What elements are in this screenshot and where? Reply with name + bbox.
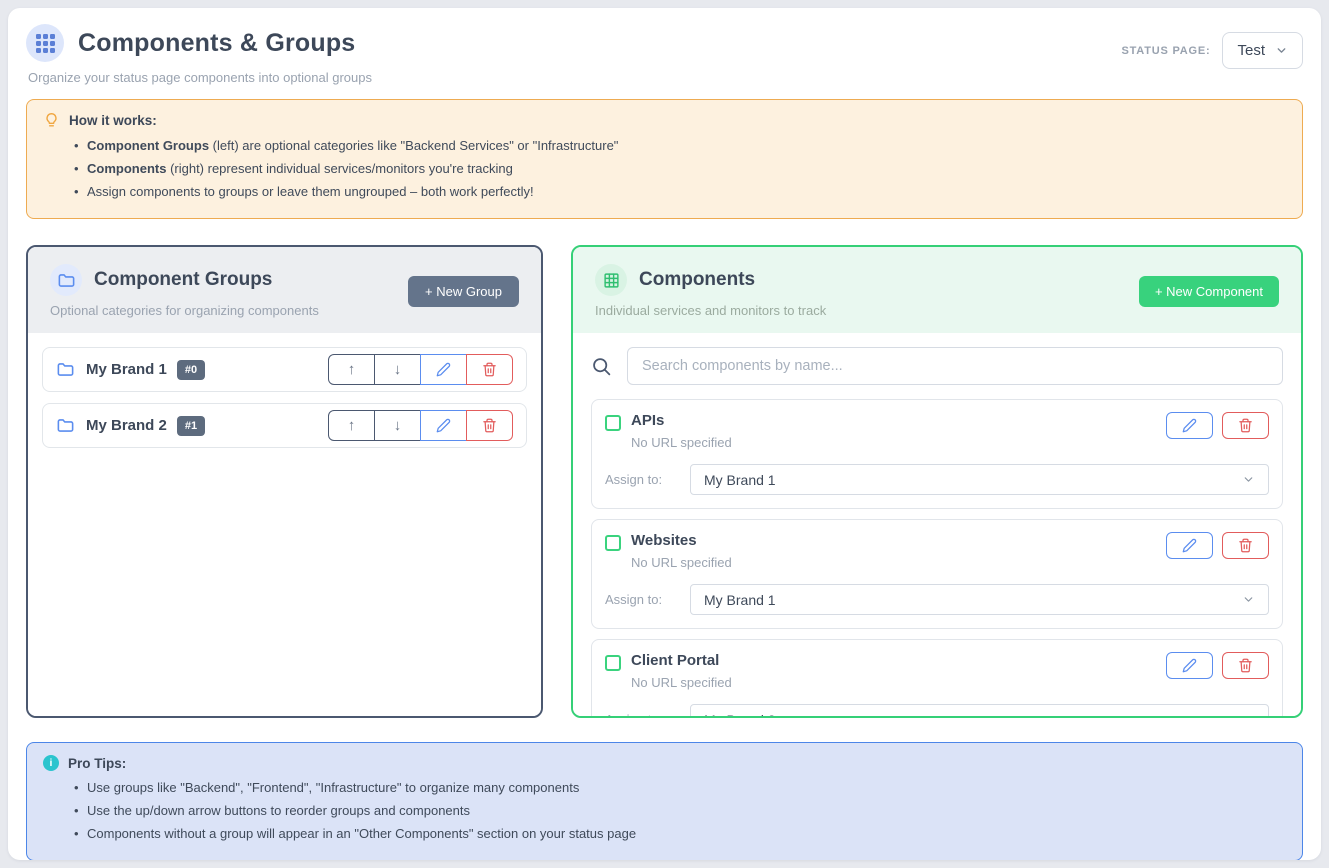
- assigned-group-value: My Brand 1: [704, 592, 776, 608]
- components-panel-title: Components: [639, 269, 755, 291]
- chevron-down-icon: [1242, 713, 1255, 718]
- components-icon-circle: [595, 264, 627, 296]
- grid-dots-icon: [36, 34, 55, 53]
- component-name: Client Portal: [631, 652, 732, 669]
- components-panel-subtitle: Individual services and monitors to trac…: [595, 303, 826, 318]
- new-component-button[interactable]: + New Component: [1139, 276, 1279, 307]
- assign-group-select[interactable]: My Brand 1: [690, 464, 1269, 495]
- group-row: My Brand 2 #1 ↑ ↓: [42, 403, 527, 448]
- move-up-button[interactable]: ↑: [328, 354, 375, 385]
- status-page-value: Test: [1237, 42, 1265, 59]
- info-icon: i: [43, 755, 59, 771]
- pro-tips-title: Pro Tips:: [68, 756, 126, 771]
- lightbulb-icon: [43, 112, 60, 129]
- search-icon: [591, 356, 612, 377]
- pencil-icon: [1182, 538, 1197, 553]
- move-up-button[interactable]: ↑: [328, 410, 375, 441]
- edit-component-button[interactable]: [1166, 652, 1213, 679]
- pencil-icon: [436, 418, 451, 433]
- folder-icon: [57, 271, 76, 290]
- edit-group-button[interactable]: [420, 410, 467, 441]
- delete-component-button[interactable]: [1222, 412, 1269, 439]
- pencil-icon: [1182, 418, 1197, 433]
- group-order-badge: #0: [177, 360, 205, 380]
- how-it-works-item: Assign components to groups or leave the…: [87, 183, 1286, 201]
- how-it-works-title: How it works:: [69, 113, 157, 128]
- group-name: My Brand 1: [86, 361, 167, 378]
- component-card: APIs No URL specified Assign to: My Bran…: [591, 399, 1283, 509]
- component-status-square-icon: [605, 415, 621, 431]
- group-order-badge: #1: [177, 416, 205, 436]
- delete-group-button[interactable]: [466, 354, 513, 385]
- components-panel: Components Individual services and monit…: [571, 245, 1303, 718]
- trash-icon: [1238, 418, 1253, 433]
- group-row: My Brand 1 #0 ↑ ↓: [42, 347, 527, 392]
- pro-tips-item: Use groups like "Backend", "Frontend", "…: [87, 779, 1286, 797]
- grid-table-icon: [603, 272, 620, 289]
- component-card: Websites No URL specified Assign to: My …: [591, 519, 1283, 629]
- trash-icon: [482, 418, 497, 433]
- pro-tips-item: Use the up/down arrow buttons to reorder…: [87, 802, 1286, 820]
- group-name: My Brand 2: [86, 417, 167, 434]
- components-app-icon: [26, 24, 64, 62]
- trash-icon: [1238, 538, 1253, 553]
- component-groups-panel: Component Groups Optional categories for…: [26, 245, 543, 718]
- component-url-status: No URL specified: [631, 555, 732, 570]
- trash-icon: [482, 362, 497, 377]
- edit-component-button[interactable]: [1166, 412, 1213, 439]
- trash-icon: [1238, 658, 1253, 673]
- component-name: APIs: [631, 412, 732, 429]
- how-it-works-item: Components (right) represent individual …: [87, 160, 1286, 178]
- page-title: Components & Groups: [78, 29, 355, 58]
- component-card: Client Portal No URL specified Assign to…: [591, 639, 1283, 718]
- component-url-status: No URL specified: [631, 675, 732, 690]
- assign-to-label: Assign to:: [605, 712, 690, 718]
- pro-tips-item: Components without a group will appear i…: [87, 825, 1286, 843]
- groups-panel-subtitle: Optional categories for organizing compo…: [50, 303, 319, 318]
- component-status-square-icon: [605, 655, 621, 671]
- groups-icon-circle: [50, 264, 82, 296]
- pro-tips-list: Use groups like "Backend", "Frontend", "…: [43, 779, 1286, 843]
- chevron-down-icon: [1275, 44, 1288, 57]
- assign-group-select[interactable]: My Brand 2: [690, 704, 1269, 718]
- edit-component-button[interactable]: [1166, 532, 1213, 559]
- folder-icon: [56, 360, 75, 379]
- delete-component-button[interactable]: [1222, 652, 1269, 679]
- new-group-button[interactable]: + New Group: [408, 276, 519, 307]
- move-down-button[interactable]: ↓: [374, 354, 421, 385]
- main-card: Components & Groups Organize your status…: [8, 8, 1321, 860]
- folder-icon: [56, 416, 75, 435]
- move-down-button[interactable]: ↓: [374, 410, 421, 441]
- pencil-icon: [436, 362, 451, 377]
- chevron-down-icon: [1242, 593, 1255, 606]
- pencil-icon: [1182, 658, 1197, 673]
- assign-to-label: Assign to:: [605, 472, 690, 487]
- edit-group-button[interactable]: [420, 354, 467, 385]
- assigned-group-value: My Brand 2: [704, 712, 776, 719]
- status-page-label: STATUS PAGE:: [1121, 45, 1210, 57]
- assign-to-label: Assign to:: [605, 592, 690, 607]
- assign-group-select[interactable]: My Brand 1: [690, 584, 1269, 615]
- how-it-works-box: How it works: Component Groups (left) ar…: [26, 99, 1303, 219]
- groups-panel-title: Component Groups: [94, 269, 272, 291]
- component-url-status: No URL specified: [631, 435, 732, 450]
- pro-tips-box: i Pro Tips: Use groups like "Backend", "…: [26, 742, 1303, 860]
- how-it-works-item: Component Groups (left) are optional cat…: [87, 137, 1286, 155]
- component-name: Websites: [631, 532, 732, 549]
- search-components-input[interactable]: [627, 347, 1283, 385]
- component-status-square-icon: [605, 535, 621, 551]
- status-page-select[interactable]: Test: [1222, 32, 1303, 69]
- delete-component-button[interactable]: [1222, 532, 1269, 559]
- chevron-down-icon: [1242, 473, 1255, 486]
- delete-group-button[interactable]: [466, 410, 513, 441]
- assigned-group-value: My Brand 1: [704, 472, 776, 488]
- page-header: Components & Groups Organize your status…: [26, 24, 1303, 85]
- how-it-works-list: Component Groups (left) are optional cat…: [43, 137, 1286, 201]
- page-subtitle: Organize your status page components int…: [28, 70, 372, 85]
